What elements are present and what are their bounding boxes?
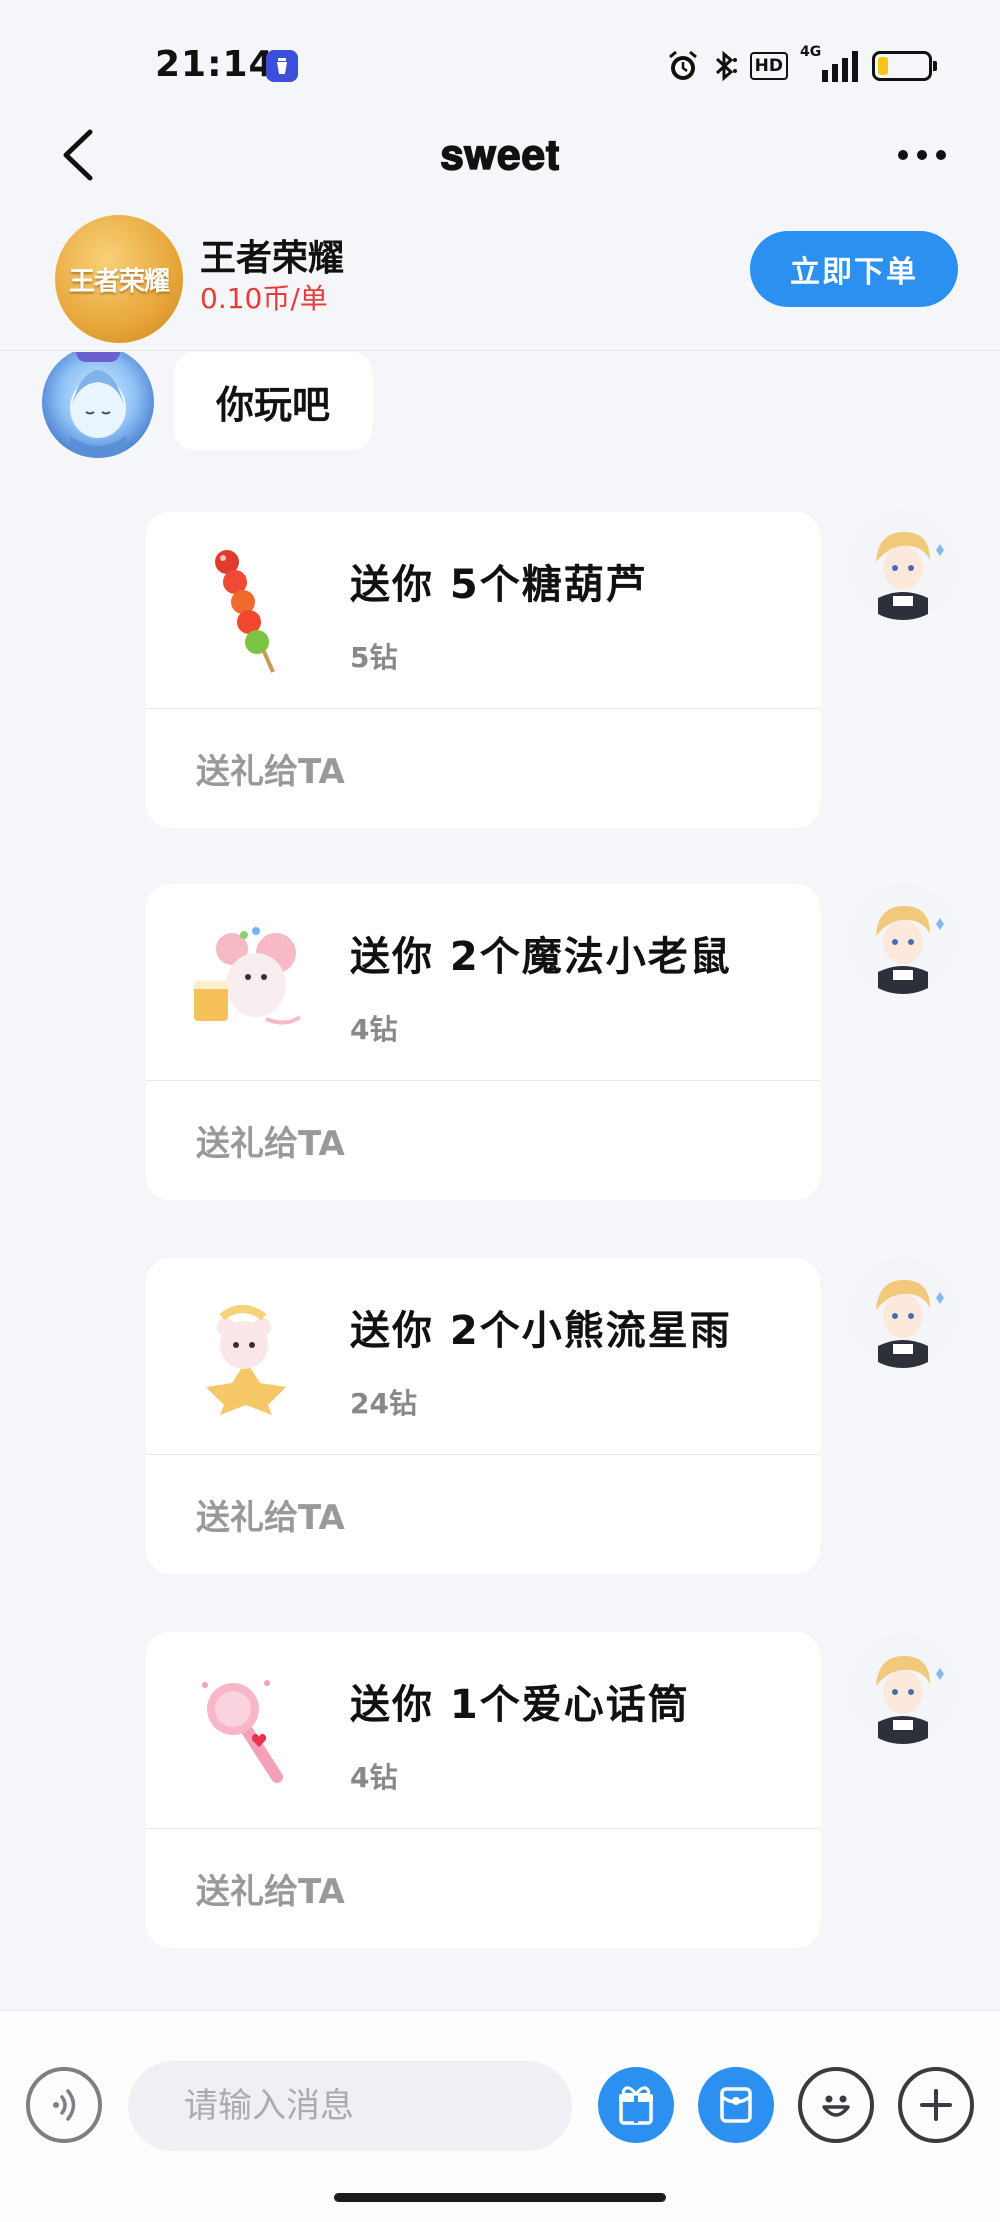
incoming-message-bubble[interactable]: 你玩吧 [174, 352, 373, 450]
gift-button[interactable] [598, 2067, 674, 2143]
gift-icon [619, 2086, 653, 2125]
gift-title: 送你 2个小熊流星雨 [350, 1308, 732, 1354]
gift-message-card[interactable]: 送你 2个魔法小老鼠 4钻 送礼给TA [146, 884, 820, 1200]
input-bar [0, 2010, 1000, 2222]
status-time: 21:14 [155, 44, 275, 85]
message-input[interactable] [128, 2061, 572, 2151]
voice-button[interactable] [26, 2067, 102, 2143]
more-horizontal-icon [917, 150, 927, 160]
emoji-button[interactable] [798, 2067, 874, 2143]
signal-4g-icon: 4G [800, 44, 860, 84]
gift-message-card[interactable]: 送你 1个爱心话筒 4钻 送礼给TA [146, 1632, 820, 1948]
gift-price: 4钻 [350, 1761, 398, 1794]
send-gift-link[interactable]: 送礼给TA [196, 1116, 345, 1165]
more-horizontal-icon [936, 150, 946, 160]
outgoing-avatar[interactable] [848, 1634, 958, 1744]
home-indicator[interactable] [334, 2193, 666, 2202]
plus-button[interactable] [898, 2067, 974, 2143]
alarm-icon [666, 49, 700, 83]
divider [146, 1828, 820, 1829]
voice-icon [53, 2089, 76, 2121]
bluetooth-icon [712, 49, 738, 83]
message-text: 你玩吧 [216, 382, 331, 427]
hd-icon: HD [749, 52, 788, 80]
more-button[interactable] [882, 123, 962, 187]
app-notification-icon [266, 50, 298, 82]
game-logo-text: 王者荣耀 [68, 266, 170, 297]
divider [146, 708, 820, 709]
send-gift-link[interactable]: 送礼给TA [196, 1864, 345, 1913]
red-packet-icon [720, 2087, 752, 2123]
send-gift-link[interactable]: 送礼给TA [196, 744, 345, 793]
plus-icon [920, 2089, 952, 2121]
order-now-button[interactable]: 立即下单 [750, 231, 958, 307]
network-label: 4G [800, 44, 822, 60]
divider [146, 1454, 820, 1455]
outgoing-avatar[interactable] [848, 1258, 958, 1368]
status-icons: HD 4G [666, 44, 937, 86]
gift-message-card[interactable]: 送你 2个小熊流星雨 24钻 送礼给TA [146, 1258, 820, 1574]
emoji-icon [822, 2095, 850, 2117]
game-logo: 王者荣耀 [55, 215, 183, 343]
more-horizontal-icon [898, 150, 908, 160]
gift-price: 5钻 [350, 641, 398, 674]
gift-message-card[interactable]: 送你 5个糖葫芦 5钻 送礼给TA [146, 512, 820, 828]
service-price: 0.10币/单 [200, 282, 328, 315]
gift-price: 24钻 [350, 1387, 417, 1420]
incoming-avatar[interactable] [42, 352, 154, 458]
send-gift-link[interactable]: 送礼给TA [196, 1490, 345, 1539]
gift-price: 4钻 [350, 1013, 398, 1046]
heart-microphone-icon [186, 1666, 306, 1796]
service-name: 王者荣耀 [200, 238, 345, 279]
chat-area[interactable]: 你玩吧 送你 5个糖葫芦 5钻 送礼给TA 送你 2个魔法小老鼠 4钻 送礼给T… [0, 352, 1000, 2012]
battery-icon [872, 51, 937, 81]
chat-title: 𝐬𝐰𝐞𝐞𝐭 [440, 130, 560, 179]
nav-bar: 𝐬𝐰𝐞𝐞𝐭 [0, 95, 1000, 215]
gift-title: 送你 5个糖葫芦 [350, 562, 648, 608]
candied-haws-icon [186, 546, 306, 676]
gift-title: 送你 2个魔法小老鼠 [350, 934, 732, 980]
red-packet-button[interactable] [698, 2067, 774, 2143]
magic-mouse-icon [186, 918, 306, 1048]
gift-title: 送你 1个爱心话筒 [350, 1682, 690, 1728]
divider [146, 1080, 820, 1081]
outgoing-avatar[interactable] [848, 884, 958, 994]
outgoing-avatar[interactable] [848, 510, 958, 620]
service-banner[interactable]: 王者荣耀 王者荣耀 0.10币/单 立即下单 [0, 215, 1000, 351]
battery-fill [878, 57, 888, 75]
status-bar: 21:14 HD 4G [0, 0, 1000, 100]
bear-meteor-icon [186, 1292, 306, 1422]
